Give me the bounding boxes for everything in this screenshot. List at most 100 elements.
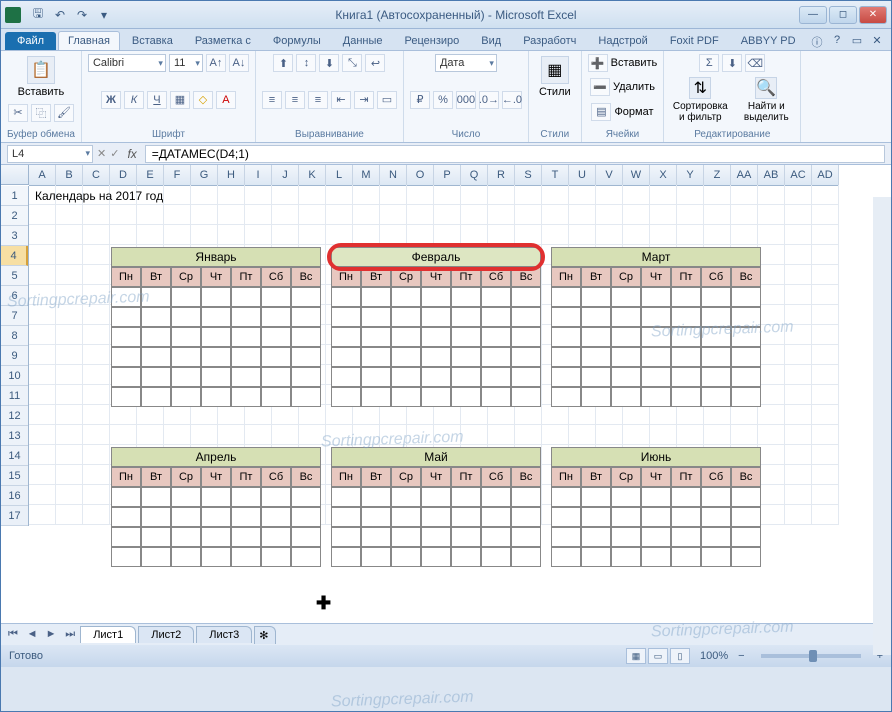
calendar-cell[interactable] [671,527,701,547]
align-middle-icon[interactable]: ↕ [296,54,316,72]
calendar-cell[interactable] [731,347,761,367]
calendar-cell[interactable] [641,527,671,547]
column-header[interactable]: V [596,165,623,185]
calendar-cell[interactable] [451,347,481,367]
calendar-cell[interactable] [701,487,731,507]
enter-formula-icon[interactable]: ✓ [110,147,119,160]
merge-center-icon[interactable]: ▭ [377,91,397,109]
calendar-cell[interactable] [231,507,261,527]
calendar-cell[interactable] [511,547,541,567]
decrease-decimal-icon[interactable]: ←.0 [502,91,522,109]
zoom-out-icon[interactable]: − [738,650,744,662]
delete-cells-label[interactable]: Удалить [613,81,655,93]
calendar-cell[interactable] [421,547,451,567]
tab-review[interactable]: Рецензиро [395,31,470,50]
help-icon[interactable]: ? [829,34,845,50]
calendar-cell[interactable] [391,367,421,387]
calendar-cell[interactable] [231,327,261,347]
calendar-cell[interactable] [231,287,261,307]
calendar-cell[interactable] [701,327,731,347]
font-color-icon[interactable]: A [216,91,236,109]
calendar-cell[interactable] [421,307,451,327]
calendar-cell[interactable] [361,547,391,567]
calendar-cell[interactable] [111,327,141,347]
sort-filter-button[interactable]: ⇅ Сортировка и фильтр [670,77,730,123]
calendar-cell[interactable] [391,307,421,327]
calendar-cell[interactable] [701,527,731,547]
select-all-corner[interactable] [1,165,29,185]
calendar-cell[interactable] [291,287,321,307]
column-header[interactable]: W [623,165,650,185]
calendar-cell[interactable] [581,307,611,327]
column-header[interactable]: I [245,165,272,185]
sheet-tab-1[interactable]: Лист1 [80,626,136,643]
comma-icon[interactable]: 000 [456,91,476,109]
calendar-cell[interactable] [641,287,671,307]
cancel-formula-icon[interactable]: ✕ [97,147,106,160]
calendar-cell[interactable] [201,387,231,407]
calendar-cell[interactable] [331,527,361,547]
calendar-cell[interactable] [201,327,231,347]
tab-developer[interactable]: Разработч [513,31,586,50]
calendar-cell[interactable] [291,347,321,367]
calendar-cell[interactable] [171,347,201,367]
calendar-cell[interactable] [551,367,581,387]
calendar-cell[interactable] [451,287,481,307]
calendar-cell[interactable] [511,307,541,327]
calendar-cell[interactable] [141,367,171,387]
calendar-cell[interactable] [511,507,541,527]
cell-a1[interactable]: Календарь на 2017 год [35,189,163,203]
calendar-cell[interactable] [171,507,201,527]
calendar-cell[interactable] [481,307,511,327]
calendar-cell[interactable] [171,287,201,307]
row-header[interactable]: 3 [1,226,28,246]
formula-input[interactable]: =ДАТАМЕС(D4;1) [145,145,885,163]
calendar-cell[interactable] [451,307,481,327]
page-layout-view-icon[interactable]: ▭ [648,648,668,664]
calendar-cell[interactable] [641,387,671,407]
calendar-cell[interactable] [671,487,701,507]
calendar-cell[interactable] [481,347,511,367]
calendar-cell[interactable] [391,547,421,567]
calendar-cell[interactable] [511,327,541,347]
calendar-cell[interactable] [141,307,171,327]
tab-home[interactable]: Главная [58,31,120,50]
column-header[interactable]: X [650,165,677,185]
calendar-cell[interactable] [141,527,171,547]
column-header[interactable]: T [542,165,569,185]
calendar-cell[interactable] [451,367,481,387]
tab-addins[interactable]: Надстрой [588,31,657,50]
calendar-cell[interactable] [581,367,611,387]
calendar-cell[interactable] [291,367,321,387]
calendar-cell[interactable] [511,387,541,407]
align-top-icon[interactable]: ⬆ [273,54,293,72]
calendar-cell[interactable] [361,287,391,307]
calendar-cell[interactable] [511,367,541,387]
calendar-cell[interactable] [231,307,261,327]
qat-dropdown-icon[interactable]: ▾ [95,6,113,24]
calendar-cell[interactable] [551,327,581,347]
currency-icon[interactable]: ₽ [410,91,430,109]
calendar-cell[interactable] [511,527,541,547]
find-select-button[interactable]: 🔍 Найти и выделить [738,77,794,123]
calendar-cell[interactable] [231,387,261,407]
calendar-cell[interactable] [731,327,761,347]
calendar-cell[interactable] [331,487,361,507]
calendar-cell[interactable] [731,387,761,407]
calendar-cell[interactable] [671,327,701,347]
calendar-cell[interactable] [671,367,701,387]
month-title-february[interactable]: Февраль [331,247,541,267]
calendar-cell[interactable] [231,547,261,567]
calendar-cell[interactable] [201,367,231,387]
insert-cells-icon[interactable]: ➕ [588,54,608,72]
percent-icon[interactable]: % [433,91,453,109]
close-button[interactable]: ✕ [859,6,887,24]
calendar-cell[interactable] [261,487,291,507]
wrap-text-icon[interactable]: ↩ [365,54,385,72]
calendar-cell[interactable] [581,327,611,347]
calendar-cell[interactable] [201,527,231,547]
calendar-cell[interactable] [701,287,731,307]
calendar-cell[interactable] [201,507,231,527]
calendar-cell[interactable] [111,367,141,387]
calendar-cell[interactable] [231,367,261,387]
